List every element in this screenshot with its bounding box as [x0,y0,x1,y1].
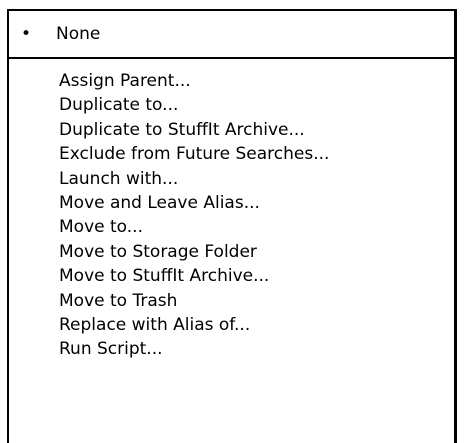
menu-item-duplicate-to-stuffit-archive[interactable]: Duplicate to StuffIt Archive... [9,118,454,142]
menu-item-none[interactable]: • None [21,21,454,47]
menu-item-move-and-leave-alias[interactable]: Move and Leave Alias... [9,191,454,215]
menu-item-assign-parent[interactable]: Assign Parent... [9,69,454,93]
menu-item-run-script[interactable]: Run Script... [9,337,454,361]
popup-menu: • None Assign Parent... Duplicate to... … [7,9,457,443]
page: • None Assign Parent... Duplicate to... … [0,0,467,443]
menu-separator [9,57,454,59]
menu-item-label: None [56,24,101,44]
menu-item-list: Assign Parent... Duplicate to... Duplica… [9,69,454,362]
menu-item-move-to-trash[interactable]: Move to Trash [9,289,454,313]
bullet-icon: • [21,24,32,44]
menu-item-move-to[interactable]: Move to... [9,215,454,239]
menu-item-move-to-storage-folder[interactable]: Move to Storage Folder [9,240,454,264]
menu-item-launch-with[interactable]: Launch with... [9,167,454,191]
menu-item-replace-with-alias-of[interactable]: Replace with Alias of... [9,313,454,337]
menu-item-exclude-from-future-searches[interactable]: Exclude from Future Searches... [9,142,454,166]
menu-item-move-to-stuffit-archive[interactable]: Move to StuffIt Archive... [9,264,454,288]
menu-item-duplicate-to[interactable]: Duplicate to... [9,93,454,117]
